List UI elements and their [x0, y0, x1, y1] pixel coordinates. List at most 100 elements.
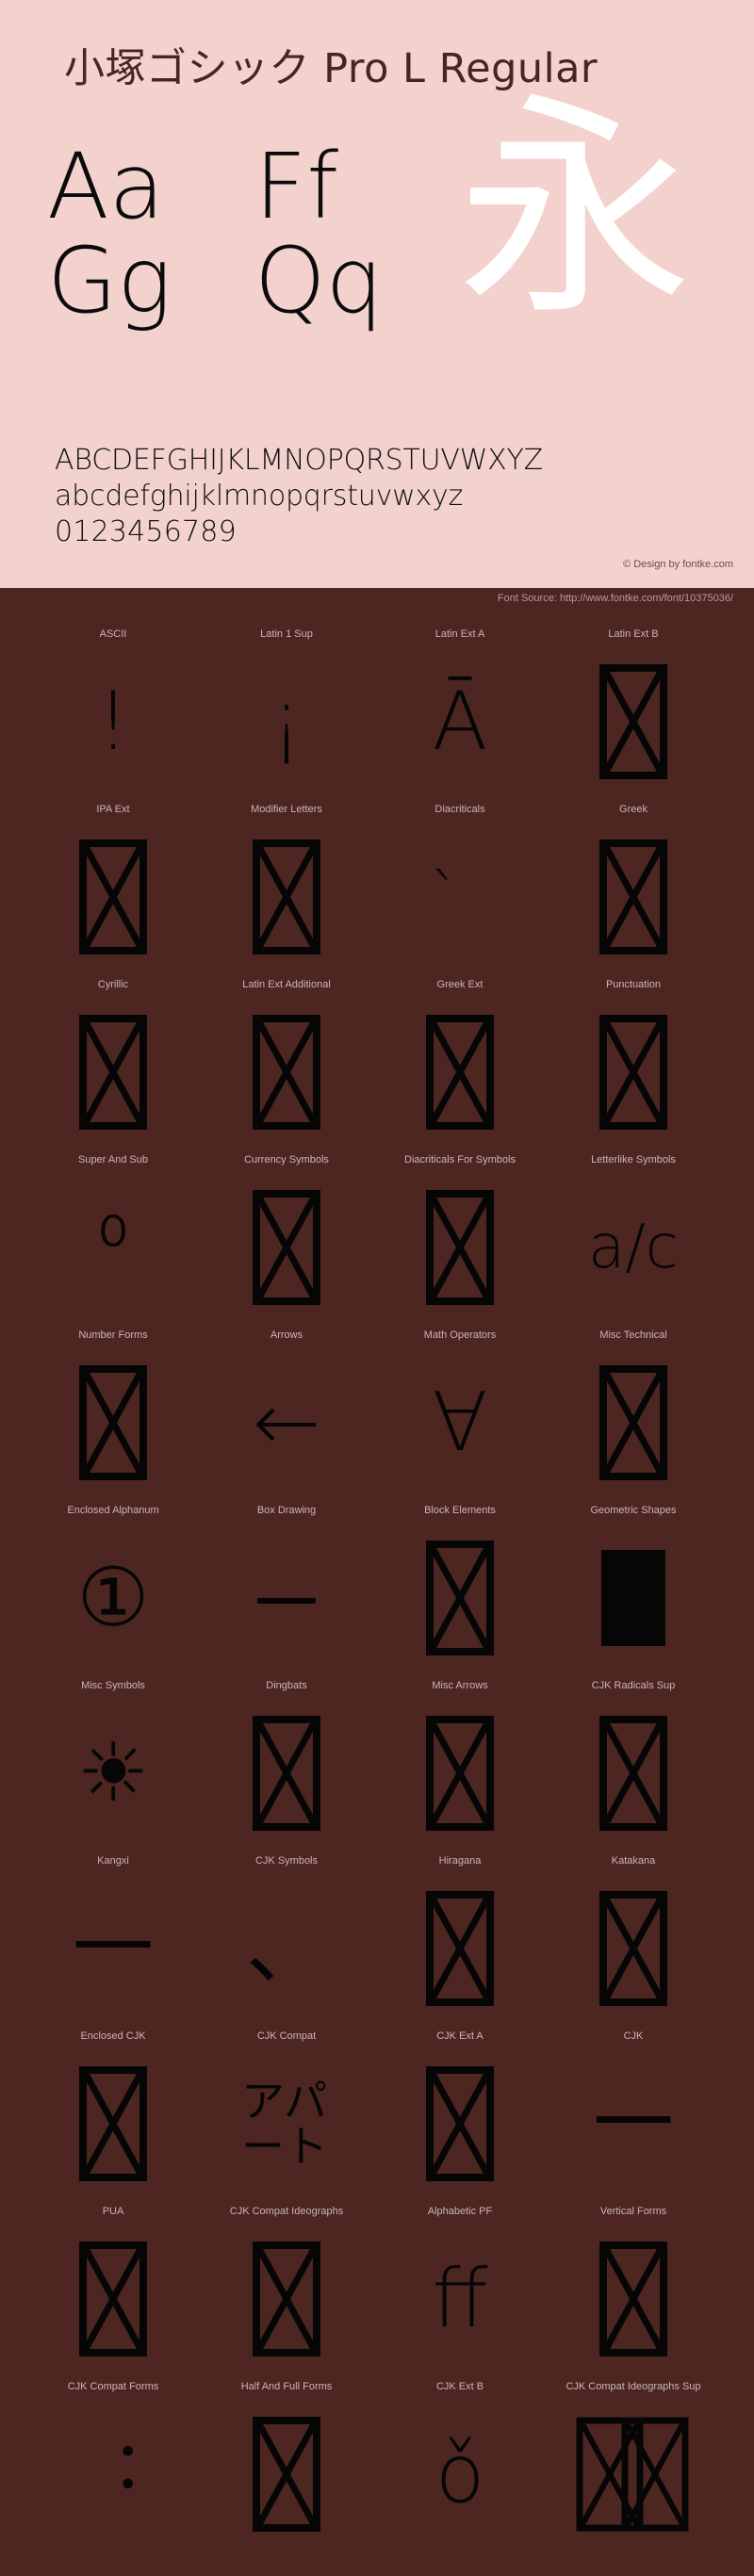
unicode-block-cell[interactable]: CJK Ext B ǒ	[373, 2378, 547, 2553]
unicode-block-cell[interactable]: CJK Compat Ideographs	[200, 2203, 373, 2378]
unicode-block-label: CJK	[623, 2030, 644, 2042]
missing-glyph-box	[79, 2242, 147, 2356]
block-row: Enclosed Alphanum ① Box Drawing ─ Block Elem…	[0, 1502, 754, 1677]
missing-glyph-box	[599, 1015, 667, 1130]
unicode-block-cell[interactable]: ASCII!	[26, 626, 200, 801]
font-source-text: Font Source: http://www.fontke.com/font/…	[497, 593, 733, 604]
missing-glyph-box	[426, 2066, 494, 2181]
unicode-block-sample	[373, 1869, 547, 2028]
unicode-block-cell[interactable]: Letterlike Symbols a/c	[547, 1151, 720, 1327]
unicode-block-sample: a/c	[547, 1168, 720, 1327]
block-sample-glyph: ∀	[432, 1376, 488, 1470]
unicode-block-cell[interactable]: Box Drawing ─	[200, 1502, 373, 1677]
unicode-block-cell[interactable]: Katakana	[547, 1852, 720, 2028]
unicode-block-cell[interactable]: Kangxi ⼀	[26, 1852, 200, 2028]
unicode-block-cell[interactable]: Half And Full Forms	[200, 2378, 373, 2553]
missing-glyph-box	[599, 2242, 667, 2356]
unicode-block-sample: ←	[200, 1344, 373, 1502]
unicode-block-sample: ∀	[373, 1344, 547, 1502]
unicode-block-cell[interactable]: CJK 一	[547, 2028, 720, 2203]
unicode-block-sample: 、	[200, 1869, 373, 2028]
unicode-block-cell[interactable]: Punctuation	[547, 976, 720, 1151]
sample-glyph-row: Gg Qq	[47, 235, 462, 330]
unicode-block-sample: ⁰	[26, 1168, 200, 1327]
unicode-block-cell[interactable]: CJK Radicals Sup	[547, 1677, 720, 1852]
unicode-block-cell[interactable]: CJK Compat Ideographs Sup	[547, 2378, 720, 2553]
unicode-block-cell[interactable]: Misc Arrows	[373, 1677, 547, 1852]
unicode-block-cell[interactable]: Modifier Letters	[200, 801, 373, 976]
sample-glyph-row: Aa Ff	[47, 140, 462, 236]
block-row: IPA Ext Modifier Letters Diacriticals̀ Gree…	[0, 801, 754, 976]
unicode-block-cell[interactable]: Greek Ext	[373, 976, 547, 1151]
unicode-block-cell[interactable]: Misc Technical	[547, 1327, 720, 1502]
unicode-block-sample	[547, 2395, 720, 2553]
unicode-block-cell[interactable]: Vertical Forms	[547, 2203, 720, 2378]
unicode-block-label: Latin Ext B	[608, 628, 659, 640]
unicode-block-sample	[373, 993, 547, 1151]
unicode-block-cell[interactable]: Block Elements	[373, 1502, 547, 1677]
unicode-block-label: Cyrillic	[97, 979, 129, 990]
unicode-block-label: Diacriticals For Symbols	[404, 1154, 516, 1166]
block-row: Misc Symbols ☀ Dingbats Misc Arrows CJK Radi…	[0, 1677, 754, 1852]
unicode-block-cell[interactable]: Math Operators ∀	[373, 1327, 547, 1502]
unicode-block-label: Math Operators	[423, 1329, 497, 1341]
geometric-shape-sample	[601, 1550, 665, 1646]
unicode-block-label: CJK Ext A	[436, 2030, 484, 2042]
unicode-block-label: Box Drawing	[256, 1505, 317, 1516]
unicode-block-cell[interactable]: Dingbats	[200, 1677, 373, 1852]
block-row: Enclosed CJK CJK Compat アパート CJK Ext A CJK 一	[0, 2028, 754, 2203]
unicode-block-cell[interactable]: CJK Compat Forms ︓	[26, 2378, 200, 2553]
source-bar: Font Source: http://www.fontke.com/font/…	[0, 588, 754, 612]
unicode-block-cell[interactable]: Hiragana	[373, 1852, 547, 2028]
unicode-block-cell[interactable]: IPA Ext	[26, 801, 200, 976]
missing-glyph-box	[253, 1190, 320, 1305]
unicode-block-cell[interactable]: Arrows ←	[200, 1327, 373, 1502]
unicode-block-cell[interactable]: Diacriticals For Symbols	[373, 1151, 547, 1327]
unicode-block-sample	[547, 1344, 720, 1502]
unicode-block-sample	[373, 1168, 547, 1327]
unicode-block-label: Greek	[619, 804, 647, 815]
unicode-block-cell[interactable]: Geometric Shapes	[547, 1502, 720, 1677]
unicode-block-cell[interactable]: CJK Ext A	[373, 2028, 547, 2203]
unicode-block-cell[interactable]: Cyrillic	[26, 976, 200, 1151]
unicode-block-cell[interactable]: Enclosed Alphanum ①	[26, 1502, 200, 1677]
unicode-block-cell[interactable]: Currency Symbols	[200, 1151, 373, 1327]
unicode-block-cell[interactable]: Number Forms	[26, 1327, 200, 1502]
unicode-block-cell[interactable]: Latin Ext B	[547, 626, 720, 801]
block-sample-glyph: 、	[246, 1901, 327, 1996]
unicode-block-cell[interactable]: Super And Sub ⁰	[26, 1151, 200, 1327]
missing-glyph-box	[426, 1891, 494, 2006]
unicode-block-label: Latin Ext A	[434, 628, 485, 640]
block-row: CJK Compat Forms ︓ Half And Full Forms CJK …	[0, 2378, 754, 2553]
unicode-block-cell[interactable]: Greek	[547, 801, 720, 976]
unicode-block-cell[interactable]: Latin Ext A Ā	[373, 626, 547, 801]
unicode-block-sample	[200, 818, 373, 976]
lowercase-alphabet: abcdefghijklmnopqrstuvwxyz	[55, 480, 464, 513]
unicode-block-cell[interactable]: Enclosed CJK	[26, 2028, 200, 2203]
unicode-block-cell[interactable]: Latin 1 Sup ¡	[200, 626, 373, 801]
block-row: Number Forms Arrows ← Math Operators ∀ Misc T…	[0, 1327, 754, 1502]
unicode-block-cell[interactable]: Alphabetic PF ff	[373, 2203, 547, 2378]
unicode-block-cell[interactable]: CJK Symbols 、	[200, 1852, 373, 2028]
unicode-block-sample	[547, 818, 720, 976]
block-sample-glyph: ff	[432, 2252, 488, 2346]
unicode-block-cell[interactable]: PUA	[26, 2203, 200, 2378]
missing-glyph-box	[599, 1365, 667, 1480]
unicode-block-label: Number Forms	[78, 1329, 148, 1341]
unicode-block-cell[interactable]: CJK Compat アパート	[200, 2028, 373, 2203]
block-sample-glyph: ←	[252, 1376, 321, 1470]
unicode-block-cell[interactable]: Latin Ext Additional	[200, 976, 373, 1151]
missing-glyph-box	[599, 1891, 667, 2006]
unicode-block-sample: 一	[547, 2045, 720, 2203]
block-sample-glyph: ǒ	[434, 2427, 485, 2521]
unicode-block-label: PUA	[102, 2206, 124, 2217]
unicode-block-cell[interactable]: Misc Symbols ☀	[26, 1677, 200, 1852]
unicode-block-label: CJK Radicals Sup	[591, 1680, 676, 1691]
unicode-block-sample: ff	[373, 2220, 547, 2378]
unicode-block-cell[interactable]: Diacriticals̀	[373, 801, 547, 976]
missing-glyph-box	[79, 1365, 147, 1480]
unicode-block-label: Vertical Forms	[599, 2206, 667, 2217]
unicode-block-sample	[547, 993, 720, 1151]
block-sample-glyph: アパート	[241, 2076, 328, 2172]
unicode-block-sample	[547, 1869, 720, 2028]
